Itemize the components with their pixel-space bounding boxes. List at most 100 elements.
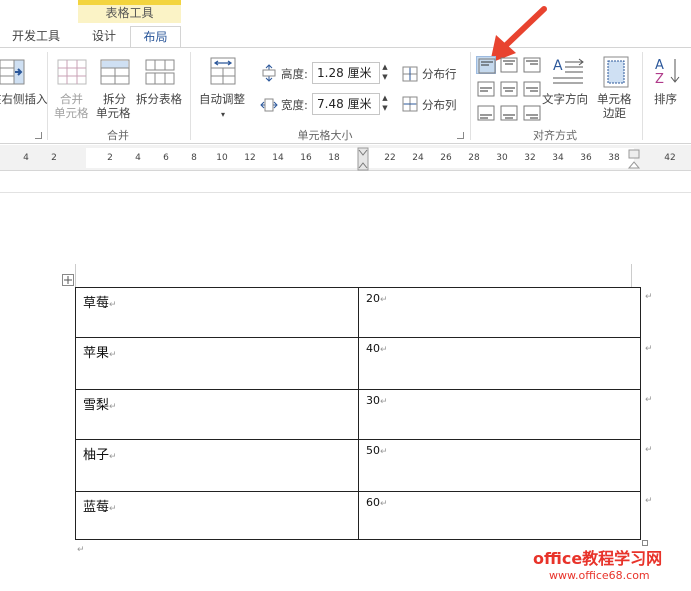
fruit-name-text: 苹果 [83,346,110,361]
autofit-button[interactable]: 自动调整 [199,92,245,106]
split-cells-button-line2[interactable]: 单元格 [96,106,131,120]
ruler-tick-label: 32 [524,153,536,163]
row-height-spinner[interactable]: ▲ ▼ [380,62,390,84]
ruler-tick-label: 4 [23,153,29,163]
quantity-cell[interactable]: 60↵ [358,491,641,540]
right-indent-marker-icon[interactable] [627,148,641,170]
distribute-rows-icon [402,66,418,86]
fruit-name-text: 雪梨 [83,398,110,413]
watermark-url: www.office68.com [549,569,650,582]
height-label: 高度: [281,67,308,81]
quantity-text: 60 [366,496,380,509]
table-row: 草莓↵ 20↵ [75,287,641,338]
ruler-tick-label: 30 [496,153,508,163]
quantity-cell[interactable]: 20↵ [358,287,641,338]
ruler-tick-label: 10 [216,153,228,163]
sort-icon[interactable]: A Z [655,56,685,90]
column-marker-icon[interactable] [356,146,370,172]
fruit-name-cell[interactable]: 蓝莓↵ [75,491,359,540]
merge-cells-icon [57,58,87,90]
end-of-row-mark: ↵ [645,344,653,354]
split-cells-button[interactable]: 拆分 [103,92,126,106]
ruler-tick-label: 36 [580,153,592,163]
autofit-dropdown-arrow[interactable]: ▾ [221,108,225,122]
align-middle-right-button[interactable] [522,80,542,98]
distribute-rows-button[interactable]: 分布行 [422,67,457,81]
align-middle-center-button[interactable] [499,80,519,98]
cell-margins-button-line2[interactable]: 边距 [603,106,626,120]
fruit-name-cell[interactable]: 雪梨↵ [75,389,359,440]
ruler-tick-label: 14 [272,153,284,163]
rows-columns-dialog-launcher[interactable] [35,132,42,139]
end-of-row-mark: ↵ [645,496,653,506]
ribbon-panel: 在右侧插入 合并 单元格 拆分 单元格 拆分表格 合并 自动调整 ▾ [0,6,691,144]
align-bottom-left-button[interactable] [476,104,496,122]
quantity-cell[interactable]: 40↵ [358,337,641,390]
tab-design[interactable]: 设计 [80,26,128,48]
end-of-row-mark: ↵ [645,292,653,302]
merge-cells-button[interactable]: 合并 [60,92,83,106]
align-bottom-right-icon [523,105,541,121]
cell-size-group-label: 单元格大小 [297,129,353,142]
ruler-tick-label: 28 [468,153,480,163]
split-table-icon[interactable] [145,58,175,90]
align-top-center-button[interactable] [499,56,519,74]
quantity-cell[interactable]: 30↵ [358,389,641,440]
merge-cells-button-line2[interactable]: 单元格 [54,106,89,120]
distribute-columns-button[interactable]: 分布列 [422,98,457,112]
quantity-cell[interactable]: 50↵ [358,439,641,492]
align-bottom-left-icon [477,105,495,121]
column-width-icon [260,96,278,118]
quantity-text: 50 [366,444,380,457]
align-bottom-right-button[interactable] [522,104,542,122]
ruler-tick-label: 4 [135,153,141,163]
autofit-icon[interactable] [209,56,237,90]
align-middle-left-button[interactable] [476,80,496,98]
fruit-name-text: 柚子 [83,448,110,463]
align-middle-center-icon [500,81,518,97]
align-top-left-button[interactable] [476,56,496,74]
ruler-tick-label: 22 [384,153,396,163]
fruit-name-cell[interactable]: 柚子↵ [75,439,359,492]
sort-button[interactable]: 排序 [654,92,677,106]
tab-layout[interactable]: 布局 [130,26,181,48]
text-direction-icon[interactable]: A [551,56,585,92]
align-bottom-center-button[interactable] [499,104,519,122]
fruit-name-text: 草莓 [83,296,110,311]
ruler-tick-label: 34 [552,153,564,163]
fruit-name-cell[interactable]: 苹果↵ [75,337,359,390]
split-cells-icon[interactable] [100,58,130,90]
insert-right-icon[interactable] [0,58,26,90]
insert-right-button[interactable]: 在右侧插入 [0,92,48,106]
table-row: 柚子↵ 50↵ [75,439,641,492]
column-width-spinner[interactable]: ▲ ▼ [380,93,390,115]
table-move-handle-icon[interactable] [62,274,74,286]
cell-size-dialog-launcher[interactable] [457,132,464,139]
merge-group-label: 合并 [107,129,129,142]
fruit-name-cell[interactable]: 草莓↵ [75,287,359,338]
row-height-input[interactable]: 1.28 厘米 [312,62,380,84]
table-row: 蓝莓↵ 60↵ [75,491,641,540]
split-table-button[interactable]: 拆分表格 [136,92,182,106]
ruler-tick-label: 2 [107,153,113,163]
table-tools-context-label: 表格工具 [78,5,181,23]
cell-margins-button[interactable]: 单元格 [597,92,632,106]
distribute-columns-icon [402,96,418,116]
width-label: 宽度: [281,98,308,112]
table-row: 苹果↵ 40↵ [75,337,641,390]
ruler-tick-label: 8 [191,153,197,163]
ruler-tick-label: 38 [608,153,620,163]
column-width-input[interactable]: 7.48 厘米 [312,93,380,115]
quantity-text: 20 [366,292,380,305]
cell-margins-icon[interactable] [603,56,629,92]
align-top-right-button[interactable] [522,56,542,74]
horizontal-ruler[interactable]: 4 2 2 4 6 8 10 12 14 16 18 22 24 26 28 30 32 34 36 38 42 [0,145,691,171]
watermark-title: office教程学习网 [533,549,663,568]
align-middle-right-icon [523,81,541,97]
tab-developer[interactable]: 开发工具 [0,26,72,48]
text-direction-button[interactable]: 文字方向 [542,92,588,106]
alignment-group-label: 对齐方式 [533,129,577,142]
quantity-text: 40 [366,342,380,355]
align-bottom-center-icon [500,105,518,121]
end-of-row-mark: ↵ [645,445,653,455]
